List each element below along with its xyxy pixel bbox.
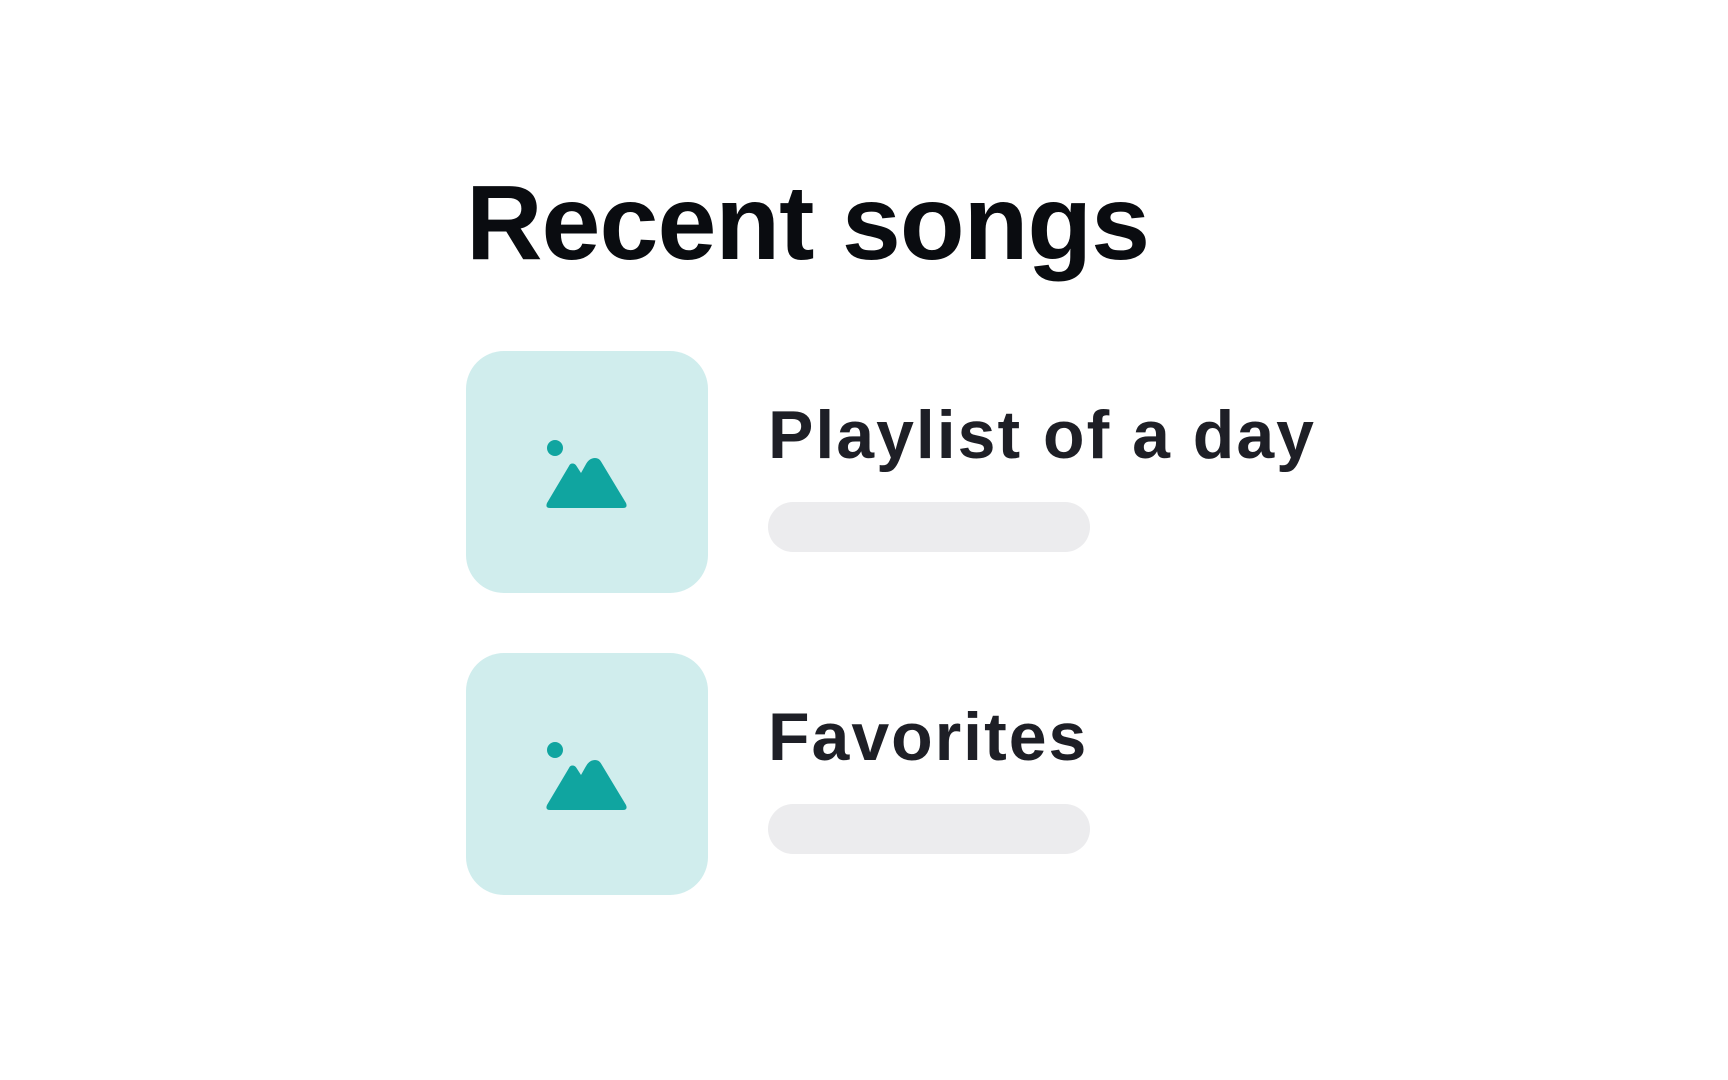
song-title: Playlist of a day (768, 397, 1316, 473)
song-thumbnail[interactable] (466, 351, 708, 593)
image-placeholder-icon (546, 440, 627, 508)
song-title: Favorites (768, 699, 1089, 775)
list-item[interactable]: Favorites (466, 653, 1466, 895)
subtitle-placeholder-bar (768, 804, 1090, 854)
subtitle-placeholder-bar (768, 502, 1090, 552)
song-list: Playlist of a day Favorites (466, 351, 1466, 955)
list-item[interactable]: Playlist of a day (466, 351, 1466, 593)
page-title: Recent songs (466, 164, 1150, 282)
image-placeholder-icon (546, 742, 627, 810)
song-thumbnail[interactable] (466, 653, 708, 895)
